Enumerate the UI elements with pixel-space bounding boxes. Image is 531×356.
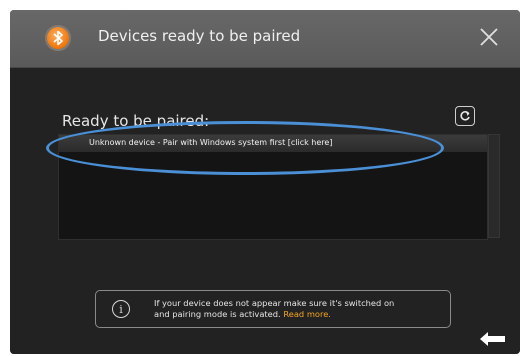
window-title: Devices ready to be paired bbox=[98, 27, 301, 45]
info-line-1: If your device does not appear make sure… bbox=[154, 298, 395, 308]
bluetooth-icon bbox=[45, 25, 71, 51]
refresh-button[interactable] bbox=[455, 106, 475, 126]
refresh-icon bbox=[460, 111, 470, 121]
back-arrow-icon bbox=[480, 332, 505, 346]
device-item-label: Unknown device - Pair with Windows syste… bbox=[89, 138, 333, 147]
list-scrollbar[interactable] bbox=[488, 134, 500, 238]
read-more-link[interactable]: Read more. bbox=[283, 309, 331, 319]
info-icon: i bbox=[112, 300, 130, 318]
title-bar: Devices ready to be paired bbox=[10, 10, 520, 68]
info-box: i If your device does not appear make su… bbox=[95, 290, 451, 328]
info-line-2: and pairing mode is activated. Read more… bbox=[154, 309, 394, 320]
device-list-item[interactable]: Unknown device - Pair with Windows syste… bbox=[59, 135, 487, 152]
dialog-body: Ready to be paired: Unknown device - Pai… bbox=[10, 68, 520, 354]
ready-to-pair-label: Ready to be paired: bbox=[62, 112, 210, 130]
close-icon bbox=[480, 28, 498, 46]
back-button[interactable] bbox=[478, 330, 508, 348]
info-line-2-text: and pairing mode is activated. bbox=[154, 309, 281, 319]
device-list[interactable]: Unknown device - Pair with Windows syste… bbox=[58, 134, 488, 240]
close-button[interactable] bbox=[474, 22, 504, 52]
info-message: If your device does not appear make sure… bbox=[154, 298, 394, 320]
pairing-dialog: Devices ready to be paired Ready to be p… bbox=[10, 10, 520, 354]
